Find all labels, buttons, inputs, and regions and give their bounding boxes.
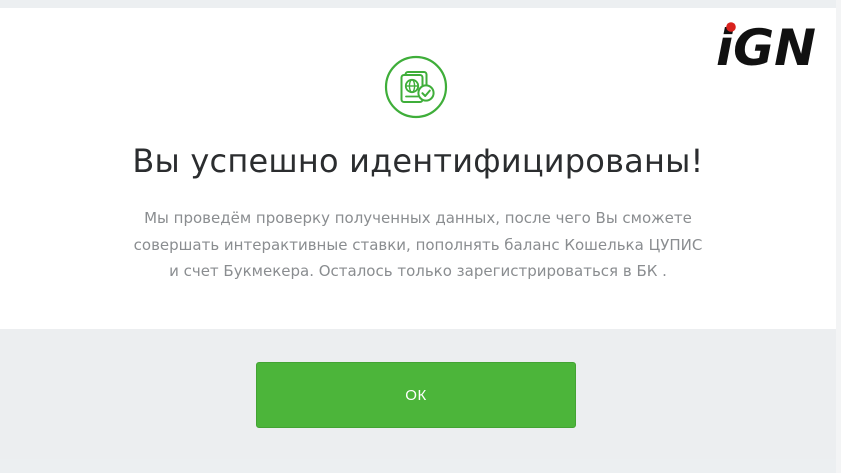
- modal-title: Вы успешно идентифицированы!: [132, 142, 704, 180]
- ok-button[interactable]: ОК: [256, 362, 576, 428]
- passport-verified-icon: [384, 55, 448, 119]
- ign-logo: iGN: [716, 19, 816, 70]
- ign-logo-dot: [726, 22, 736, 32]
- right-edge: [836, 0, 841, 473]
- modal-description: Мы проведём проверку полученных данных, …: [133, 209, 703, 280]
- page: iGN Вы успешно идентифицированы! Мы пров…: [0, 0, 841, 473]
